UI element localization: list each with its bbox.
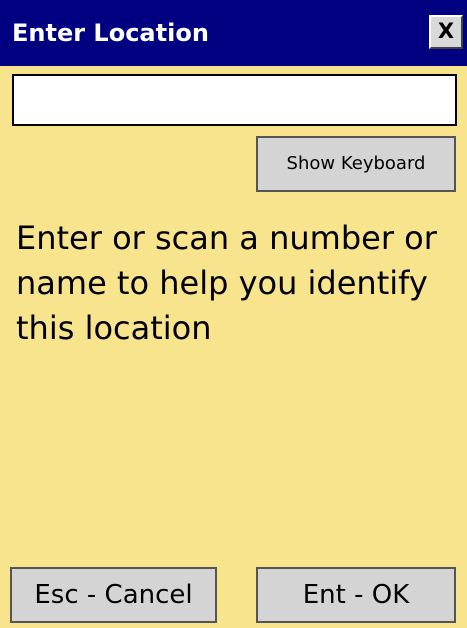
window-title: Enter Location xyxy=(12,19,209,47)
show-keyboard-label: Show Keyboard xyxy=(286,153,426,174)
title-bar: Enter Location X xyxy=(0,0,467,66)
cancel-button[interactable]: Esc - Cancel xyxy=(10,567,217,623)
close-icon: X xyxy=(437,19,455,43)
show-keyboard-button[interactable]: Show Keyboard xyxy=(256,136,456,192)
instruction-text: Enter or scan a number or name to help y… xyxy=(16,219,437,347)
enter-location-window: Enter Location X Show Keyboard Enter or … xyxy=(0,0,467,628)
ok-button[interactable]: Ent - OK xyxy=(256,567,456,623)
cancel-label: Esc - Cancel xyxy=(34,580,193,610)
location-input[interactable] xyxy=(12,74,457,126)
close-button[interactable]: X xyxy=(429,15,463,49)
ok-label: Ent - OK xyxy=(302,580,410,610)
